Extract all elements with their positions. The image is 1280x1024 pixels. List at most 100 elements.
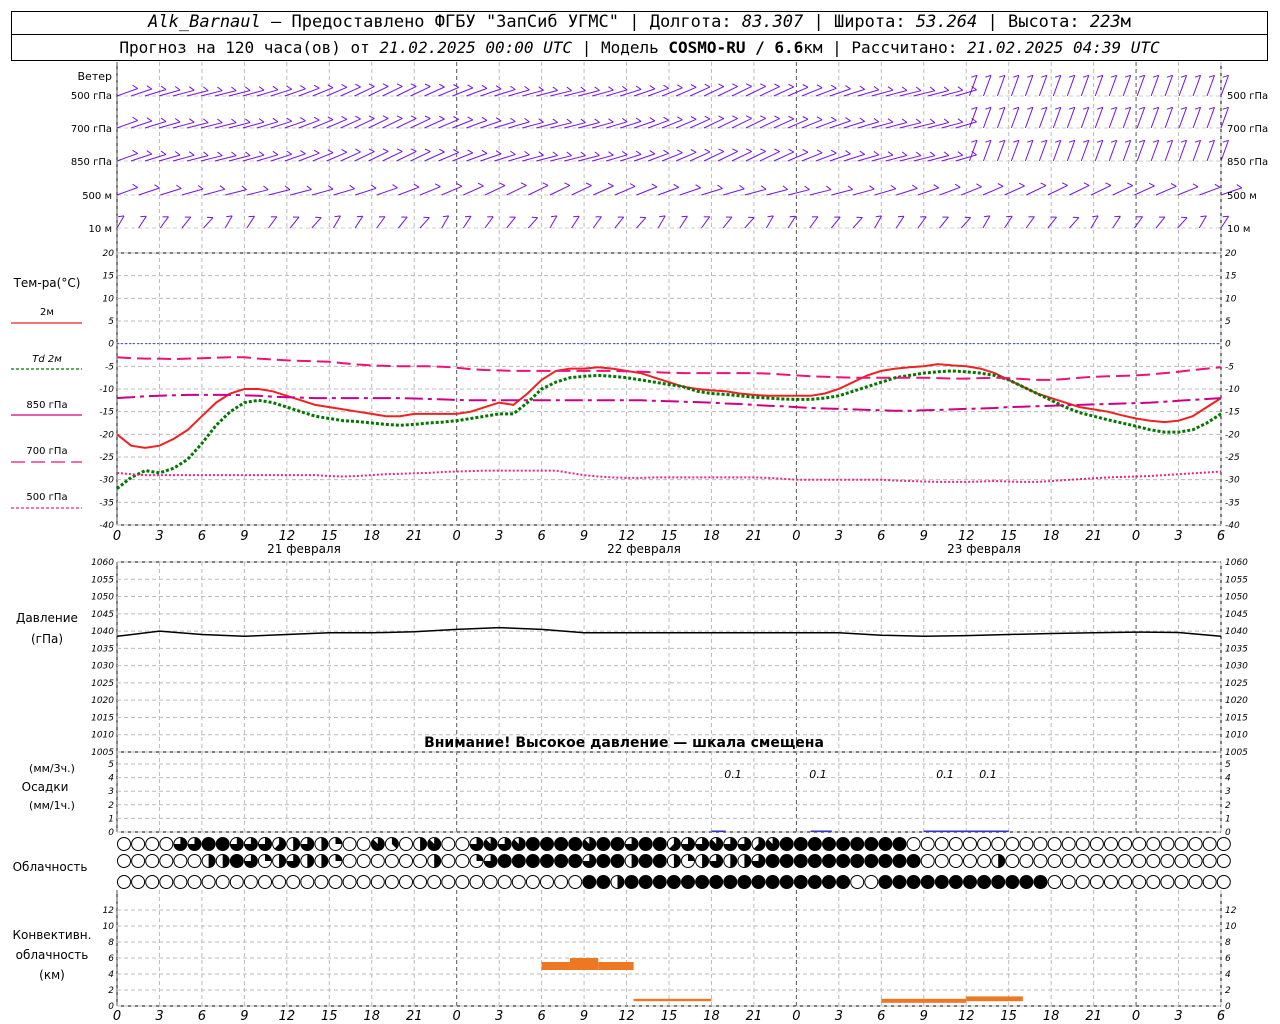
cloud-symbol (1089, 837, 1104, 851)
wind-level-850hpa: 850 гПа (71, 157, 112, 168)
wind-barb (1066, 139, 1076, 162)
x-tick-label-bottom: 6 (537, 1009, 545, 1024)
wind-barb (982, 74, 992, 97)
cloud-symbol (864, 837, 879, 851)
x-tick-label-bottom: 21 (1085, 1009, 1102, 1024)
wind-barb (917, 184, 939, 196)
wind-barb (1108, 139, 1118, 162)
wind-barb (527, 216, 539, 229)
cloud-symbol (892, 837, 907, 851)
cloud-symbol (554, 837, 569, 851)
cloud-symbol (356, 837, 371, 851)
x-tick-label-bottom: 3 (835, 1009, 843, 1024)
temp-tick-left: -35 (99, 498, 114, 508)
cloud-symbol (610, 875, 625, 889)
cloud-symbol (836, 837, 851, 851)
conv-tick-left: 8 (108, 938, 114, 948)
cloud-symbol (920, 837, 935, 851)
conv-cloud-bar (598, 962, 627, 970)
wind-barb (116, 183, 138, 196)
cloud-symbol (497, 854, 512, 868)
wind-barb (376, 216, 386, 229)
pressure-tick-left: 1060 (91, 558, 114, 568)
wind-barb (290, 185, 312, 196)
cloud-symbol (1174, 854, 1189, 868)
precip-tick-right: 0 (1225, 828, 1231, 838)
x-tick-label: 6 (198, 529, 206, 544)
precip-unit-3h: (мм/3ч.) (29, 762, 75, 775)
cloud-symbol (511, 837, 526, 851)
wind-barb (138, 184, 160, 196)
wind-barb (658, 183, 680, 196)
cloud-symbol (582, 837, 597, 851)
wind-barb (896, 184, 918, 196)
wind-barb (333, 184, 355, 196)
pressure-tick-left: 1040 (91, 627, 114, 637)
pressure-unit: (гПа) (31, 632, 63, 646)
x-tick-label: 3 (835, 529, 843, 544)
wind-barb (614, 183, 636, 196)
wind-barb (592, 216, 602, 229)
cloud-symbol (1033, 837, 1048, 851)
cloud-symbol (1146, 837, 1161, 851)
cloud-symbol (948, 837, 963, 851)
cloud-symbol (1188, 854, 1203, 868)
pressure-tick-left: 1045 (91, 610, 114, 620)
cloud-symbol (1202, 854, 1217, 868)
cloud-symbol (568, 837, 583, 851)
wind-barb (1192, 106, 1202, 129)
cloud-symbol (948, 875, 963, 889)
cloud-symbol (850, 854, 865, 868)
pressure-tick-right: 1040 (1225, 627, 1248, 637)
cloud-symbol (145, 837, 160, 851)
conv-cloud-bar (966, 996, 1023, 1002)
x-tick-label: 6 (877, 529, 885, 544)
wind-barb (1010, 106, 1020, 129)
cloud-symbol (878, 854, 893, 868)
cloud-symbol (1019, 875, 1034, 889)
temp-tick-right: 5 (1225, 317, 1231, 327)
wind-barb (895, 215, 905, 229)
cloud-symbol (497, 875, 512, 889)
cloud-symbol (455, 875, 470, 889)
wind-barb (246, 185, 269, 196)
x-tick-label: 3 (495, 529, 503, 544)
cloud-symbol (483, 875, 498, 889)
cloud-symbol (765, 854, 780, 868)
wind-barb (398, 183, 420, 196)
pressure-tick-right: 1060 (1225, 558, 1248, 568)
temp-tick-right: 15 (1225, 272, 1237, 282)
cloud-symbol (384, 875, 399, 889)
cloud-symbol (215, 837, 230, 851)
pressure-tick-right: 1015 (1225, 713, 1248, 723)
cloud-symbol (1188, 837, 1203, 851)
wind-barb (225, 185, 247, 196)
wind-barb (1080, 74, 1090, 97)
cloud-symbol (963, 854, 977, 868)
conv-tick-left: 10 (103, 922, 115, 932)
pressure-tick-right: 1020 (1225, 696, 1248, 706)
x-tick-label: 9 (580, 529, 588, 544)
cloud-symbol (1075, 875, 1090, 889)
cloud-symbol (187, 854, 202, 868)
pressure-tick-left: 1050 (91, 593, 114, 603)
pressure-tick-left: 1035 (91, 644, 114, 654)
pressure-title: Давление (16, 611, 78, 625)
wind-barb (268, 216, 278, 229)
cloud-symbol (1104, 837, 1118, 851)
cloud-symbol (272, 837, 287, 851)
legend-700-label: 700 гПа (26, 446, 67, 457)
cloud-symbol (1216, 854, 1231, 868)
wind-level-700hpa-right: 700 гПа (1227, 124, 1268, 135)
cloud-symbol (963, 875, 977, 889)
cloud-symbol (610, 837, 625, 851)
x-tick-label-bottom: 0 (1132, 1009, 1140, 1024)
cloud-symbol (1216, 837, 1231, 851)
series-layer (116, 356, 1231, 1003)
cloud-symbol (370, 837, 385, 851)
cloud-symbol (117, 837, 131, 851)
cloud-symbol (413, 837, 428, 851)
temp-tick-left: -25 (99, 453, 114, 463)
cloud-symbol (483, 837, 498, 851)
cloud-symbol (638, 837, 653, 851)
